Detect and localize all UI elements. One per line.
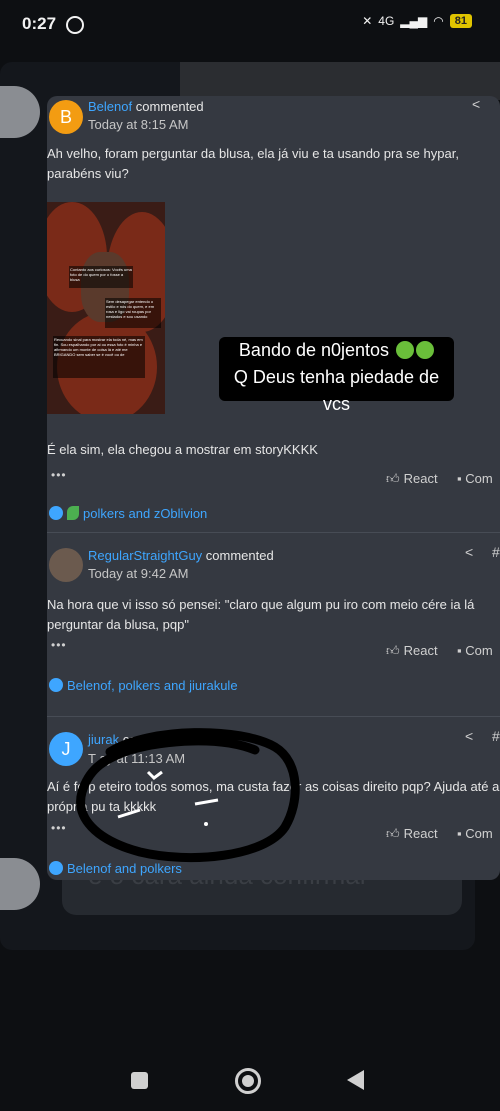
status-icons: ✕ 4G ▂▄▆ ◠ 81 xyxy=(362,14,472,28)
comment-icon: ▪ xyxy=(457,826,466,841)
react-label: React xyxy=(403,643,438,658)
comment-image[interactable]: Contanto aos curiosos: Vocês uma foto de… xyxy=(47,202,165,414)
overlay-line-1-text: Bando de n0jentos xyxy=(238,340,390,360)
comment-icon: ▪ xyxy=(457,471,466,486)
thumbs-up-icon: 👍︎ xyxy=(386,826,400,841)
react-button[interactable]: 👍︎ React xyxy=(386,471,438,487)
status-time: 0:27 xyxy=(22,14,57,33)
network-label: 4G xyxy=(378,14,395,28)
battery-level: 81 xyxy=(449,14,472,28)
comment-icon: ▪ xyxy=(457,643,466,658)
comment-text-2: É ela sim, ela chegou a mostrar em story… xyxy=(47,442,318,457)
share-icon[interactable]: < xyxy=(465,544,473,560)
overlay-line-2: Q Deus tenha piedade de vcs xyxy=(233,367,440,414)
like-icon xyxy=(49,861,63,875)
react-button[interactable]: 👍︎ React xyxy=(386,643,438,659)
author-link[interactable]: Belenof xyxy=(88,99,132,114)
whatsapp-icon xyxy=(66,16,84,34)
wifi-icon: ◠ xyxy=(433,14,444,28)
image-caption-1: Contanto aos curiosos: Vocês uma foto de… xyxy=(69,266,133,288)
avatar[interactable] xyxy=(49,548,83,582)
hash-icon[interactable]: # xyxy=(492,728,500,744)
comment-text: Ah velho, foram perguntar da blusa, ela … xyxy=(47,146,459,181)
divider xyxy=(47,532,500,533)
signal-icon: ▂▄▆ xyxy=(400,14,428,28)
image-caption-3: Recuando sinal para mostrar ela toda né,… xyxy=(53,336,145,378)
divider xyxy=(47,716,500,717)
thumbs-up-icon: 👍︎ xyxy=(386,471,400,486)
comment-label: Com xyxy=(465,643,493,658)
share-icon[interactable]: < xyxy=(472,96,480,112)
react-button[interactable]: 👍︎ React xyxy=(386,826,438,842)
comment-label: Com xyxy=(465,826,493,841)
comment-time: Today at 8:15 AM xyxy=(88,117,189,132)
reactions-names: polkers and zOblivion xyxy=(83,506,208,521)
overlay-caption: Bando de n0jentos Q Deus tenha piedade d… xyxy=(219,337,454,414)
comment-action: commented xyxy=(135,99,204,114)
back-button[interactable] xyxy=(347,1070,364,1090)
recents-button[interactable] xyxy=(131,1072,148,1089)
status-bar: 0:27 ✕ 4G ▂▄▆ ◠ 81 xyxy=(0,0,500,50)
comment-action: commented xyxy=(205,548,274,563)
share-icon[interactable]: < xyxy=(465,728,473,744)
nauseated-face-icon xyxy=(396,341,415,359)
home-button[interactable] xyxy=(235,1068,261,1094)
mute-icon: ✕ xyxy=(362,14,373,28)
author-link[interactable]: RegularStraightGuy xyxy=(88,548,202,563)
comment-author: RegularStraightGuy commented xyxy=(88,548,274,563)
react-label: React xyxy=(403,826,438,841)
comment-label: Com xyxy=(465,471,493,486)
reactions-names: Belenof, polkers and jiurakule xyxy=(67,678,238,693)
comment-button[interactable]: ▪ Com xyxy=(457,826,493,841)
thumbs-up-icon: 👍︎ xyxy=(386,643,400,658)
like-icon xyxy=(49,678,63,692)
background-blurred-image xyxy=(180,62,500,100)
nauseated-face-icon xyxy=(416,341,435,359)
reactions-summary[interactable]: Belenof, polkers and jiurakule xyxy=(49,678,238,693)
comment-button[interactable]: ▪ Com xyxy=(457,471,493,486)
comment-text: Na hora que vi isso só pensei: "claro qu… xyxy=(47,597,475,632)
hash-icon[interactable]: # xyxy=(492,544,500,560)
scribble-censor-mark xyxy=(76,728,300,863)
comment-button[interactable]: ▪ Com xyxy=(457,643,493,658)
leaf-icon xyxy=(67,506,79,520)
avatar[interactable]: B xyxy=(49,100,83,134)
more-options-icon[interactable]: ••• xyxy=(51,638,67,652)
comment-author: Belenof commented xyxy=(88,99,204,114)
image-caption-2: Sem desapegar entendo o estilo e nós do … xyxy=(105,298,161,328)
reactions-summary[interactable]: polkers and zOblivion xyxy=(49,506,207,521)
more-options-icon[interactable]: ••• xyxy=(51,468,67,482)
more-options-icon[interactable]: ••• xyxy=(51,821,67,835)
react-label: React xyxy=(403,471,438,486)
comment-time: Today at 9:42 AM xyxy=(88,566,189,581)
overlay-line-1: Bando de n0jentos xyxy=(219,337,454,364)
like-icon xyxy=(49,506,63,520)
